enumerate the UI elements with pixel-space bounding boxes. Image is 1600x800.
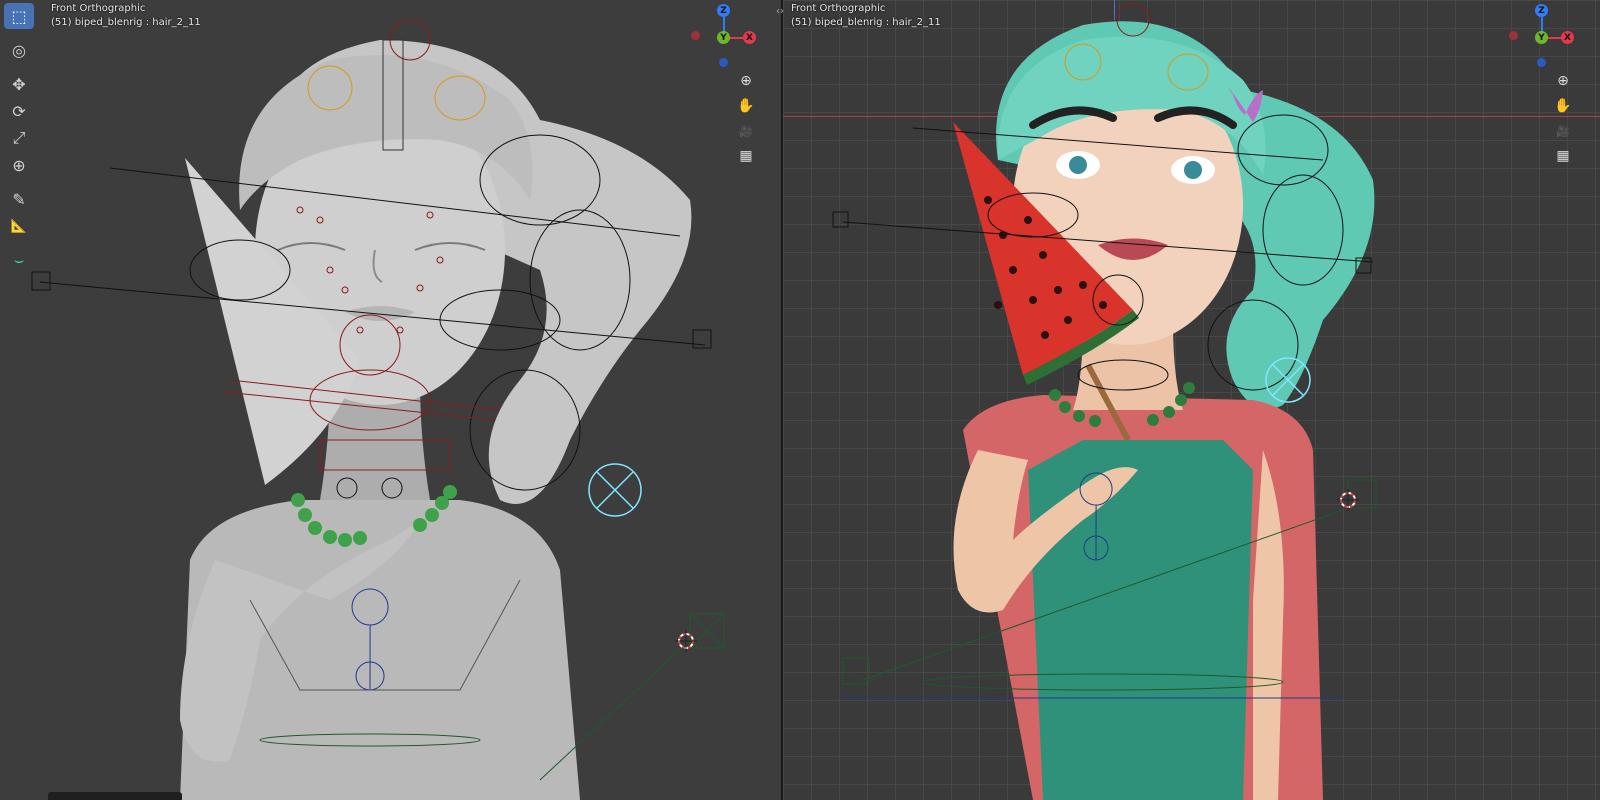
camera-view-button[interactable]: 🎥 [735,120,757,142]
bone-curve-tool-button[interactable]: ⌣ [4,247,34,273]
neg-x-axis-icon[interactable] [1509,31,1518,40]
gizmo-lines [723,12,748,39]
gizmo-lines [1541,12,1566,39]
select-box-tool-button[interactable]: ⬚ [4,3,34,29]
neg-z-axis-icon[interactable] [719,58,728,67]
viewport-left[interactable]: Front Orthographic (51) biped_blenrig : … [0,0,781,800]
zoom-icon: ⊕ [740,73,752,89]
clay-character-scene [31,19,725,800]
navigation-gizmo-right[interactable]: Z Y X [1509,2,1586,72]
y-axis-icon[interactable]: Y [1535,31,1548,44]
status-strip [48,792,182,800]
zoom-button[interactable]: ⊕ [1552,70,1574,92]
tool-shelf: ⬚ ◎ ✥ ⟳ ⤢ ⊕ ✎ 📐 ⌣ [4,2,36,274]
zoom-button[interactable]: ⊕ [735,70,757,92]
transform-icon: ⊕ [12,155,26,175]
grid-icon: ▦ [739,148,753,164]
rotate-tool-button[interactable]: ⟳ [4,98,34,124]
ortho-toggle-button[interactable]: ▦ [1552,145,1574,167]
clay-body [180,40,692,800]
view-name-label: Front Orthographic [791,3,886,14]
rendered-character [953,21,1375,800]
cursor-box-icon: ⬚ [11,6,27,26]
camera-view-button[interactable]: 🎥 [1552,120,1574,142]
scale-icon: ⤢ [12,128,26,147]
neg-x-axis-icon[interactable] [691,31,700,40]
measure-tool-button[interactable]: 📐 [4,213,34,239]
hand-icon: ✋ [1554,98,1572,114]
annotate-icon: ✎ [12,189,26,209]
move-icon: ✥ [12,74,26,94]
camera-icon: 🎥 [739,124,753,138]
zoom-icon: ⊕ [1557,73,1569,89]
measure-icon: 📐 [10,218,28,234]
ortho-toggle-button[interactable]: ▦ [735,145,757,167]
pan-button[interactable]: ✋ [1552,95,1574,117]
z-axis-icon[interactable]: Z [1535,4,1548,17]
x-axis-icon[interactable]: X [743,31,756,44]
camera-icon: 🎥 [1556,124,1570,138]
z-axis-icon[interactable]: Z [717,4,730,17]
x-axis-icon[interactable]: X [1561,31,1574,44]
object-info-label: (51) biped_blenrig : hair_2_11 [791,17,941,28]
move-tool-button[interactable]: ✥ [4,71,34,97]
navigation-gizmo-left[interactable]: Z Y X [691,2,768,72]
grid-icon: ▦ [1556,148,1570,164]
viewport-right[interactable]: Front Orthographic (51) biped_blenrig : … [783,0,1600,800]
scale-tool-button[interactable]: ⤢ [4,125,34,151]
y-axis-icon[interactable]: Y [717,31,730,44]
transform-tool-button[interactable]: ⊕ [4,152,34,178]
pan-button[interactable]: ✋ [735,95,757,117]
annotate-tool-button[interactable]: ✎ [4,186,34,212]
rotate-icon: ⟳ [12,101,26,121]
object-info-label: (51) biped_blenrig : hair_2_11 [51,17,201,28]
hand-icon: ✋ [737,98,755,114]
curve-icon: ⌣ [13,250,25,269]
neg-z-axis-icon[interactable] [1537,58,1546,67]
view-name-label: Front Orthographic [51,3,146,14]
cursor-tool-button[interactable]: ◎ [4,37,34,63]
cursor-icon: ◎ [12,40,26,60]
3d-cursor-left [675,630,697,652]
rendered-character-scene [832,3,1377,800]
